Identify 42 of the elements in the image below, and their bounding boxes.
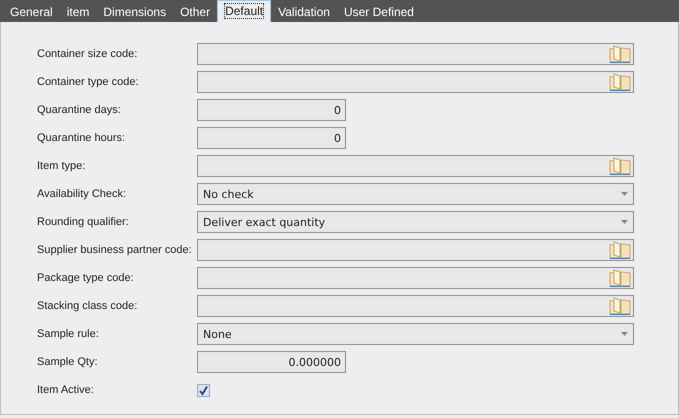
lookup-field[interactable] [197, 43, 634, 65]
checkbox[interactable] [197, 384, 210, 396]
field-label: Sample Qty: [36, 356, 99, 368]
field-label: Package type code: [36, 272, 135, 284]
number-field[interactable]: 0 [197, 99, 346, 121]
field-label: Stacking class code: [36, 300, 138, 312]
lookup-field[interactable] [197, 239, 634, 261]
caret-icon [621, 220, 628, 224]
tab[interactable]: item [60, 2, 96, 22]
tab[interactable]: Dimensions [96, 2, 174, 22]
caret-icon [621, 192, 628, 196]
book-icon[interactable] [609, 73, 631, 91]
tab[interactable]: Default [217, 0, 272, 22]
field-label: Container size code: [36, 48, 138, 60]
lookup-field[interactable] [197, 267, 634, 289]
lookup-field[interactable] [197, 295, 634, 317]
field-label: Item Active: [36, 384, 95, 396]
tab[interactable]: Other [173, 2, 218, 22]
book-icon[interactable] [609, 157, 631, 175]
tab[interactable]: Validation [271, 2, 337, 22]
tab[interactable]: User Defined [336, 2, 421, 22]
book-icon[interactable] [609, 297, 631, 315]
number-field[interactable]: 0.000000 [197, 351, 346, 373]
field-label: Supplier business partner code: [36, 244, 193, 256]
field-label: Quarantine days: [36, 104, 122, 116]
tab[interactable]: General [3, 2, 60, 22]
field-label: Quarantine hours: [36, 132, 126, 144]
dropdown[interactable]: Deliver exact quantity [197, 211, 634, 233]
lookup-field[interactable] [197, 71, 634, 93]
field-label: Sample rule: [36, 328, 100, 340]
number-field[interactable]: 0 [197, 127, 346, 149]
field-label: Item type: [36, 160, 86, 172]
book-icon[interactable] [609, 269, 631, 287]
dropdown[interactable]: No check [197, 183, 634, 205]
caret-icon [621, 332, 628, 336]
field-label: Container type code: [36, 76, 140, 88]
lookup-field[interactable] [197, 155, 634, 177]
book-icon[interactable] [609, 45, 631, 63]
field-label: Rounding qualifier: [36, 216, 130, 228]
dropdown[interactable]: None [197, 323, 634, 345]
book-icon[interactable] [609, 241, 631, 259]
field-label: Availability Check: [36, 188, 128, 200]
